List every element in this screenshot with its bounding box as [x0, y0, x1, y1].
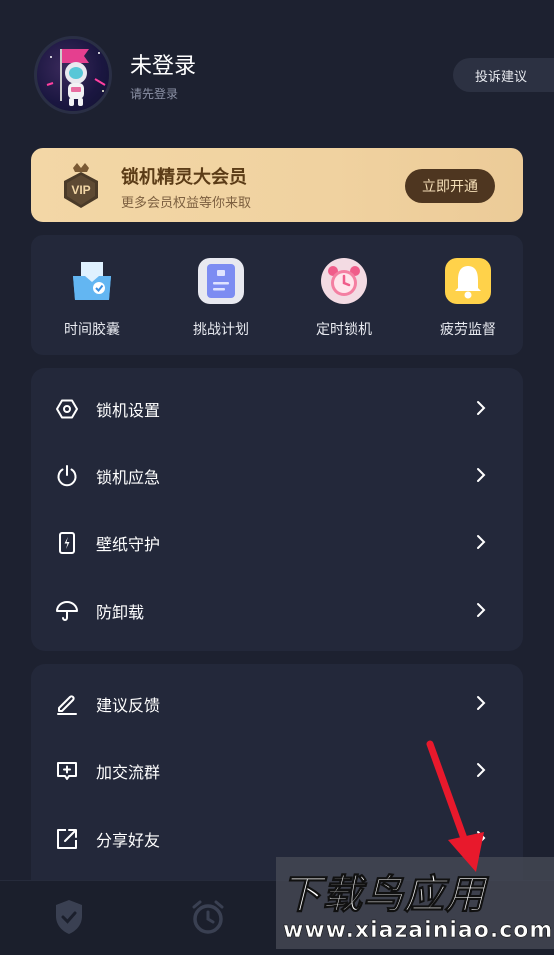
chevron-right-icon	[477, 468, 486, 482]
alarm-clock-icon	[321, 258, 367, 304]
phone-bolt-icon	[59, 532, 75, 554]
vip-subtitle: 更多会员权益等你来取	[121, 196, 252, 211]
complaint-suggestion-button[interactable]: 投诉建议	[453, 58, 554, 92]
settings-item-label: 锁机应急	[96, 468, 161, 487]
settings-item-label: 锁机设置	[96, 401, 161, 420]
chevron-right-icon	[477, 401, 486, 415]
settings-item-label: 壁纸守护	[96, 535, 161, 554]
vip-badge-text: VIP	[71, 183, 90, 197]
more-item-label: 分享好友	[96, 831, 161, 850]
tool-label: 疲劳监督	[440, 322, 496, 338]
astronaut-icon	[46, 49, 106, 106]
vip-badge-icon: VIP	[60, 160, 102, 210]
settings-item-anti-uninstall[interactable]: 防卸载	[31, 577, 523, 644]
avatar[interactable]	[34, 36, 112, 114]
tool-label: 时间胶囊	[64, 322, 120, 338]
profile-name[interactable]: 未登录	[130, 48, 196, 80]
chevron-right-icon	[477, 535, 486, 549]
chat-plus-icon	[57, 762, 77, 780]
more-item-label: 建议反馈	[96, 696, 161, 715]
chevron-right-icon	[477, 696, 486, 710]
settings-item-lock-settings[interactable]: 锁机设置	[31, 375, 523, 442]
tool-time-capsule[interactable]: 时间胶囊	[42, 258, 142, 348]
tool-label: 挑战计划	[193, 322, 249, 338]
umbrella-icon	[56, 601, 78, 621]
share-icon	[57, 829, 77, 849]
pencil-icon	[57, 695, 77, 715]
capsule-icon	[69, 258, 115, 304]
settings-item-lock-emergency[interactable]: 锁机应急	[31, 442, 523, 509]
bell-icon	[445, 258, 491, 304]
more-item-label: 加交流群	[96, 763, 161, 782]
settings-item-wallpaper-guard[interactable]: 壁纸守护	[31, 509, 523, 576]
tool-fatigue-monitor[interactable]: 疲劳监督	[418, 258, 518, 348]
settings-item-label: 防卸载	[96, 603, 145, 622]
clipboard-icon	[198, 258, 244, 304]
profile-subtitle[interactable]: 请先登录	[130, 85, 178, 102]
power-icon	[57, 465, 77, 487]
tool-timed-lock[interactable]: 定时锁机	[294, 258, 394, 348]
shield-check-icon[interactable]	[53, 898, 85, 936]
activate-vip-button[interactable]: 立即开通	[405, 169, 495, 203]
more-item-feedback[interactable]: 建议反馈	[31, 670, 523, 737]
tool-challenge-plan[interactable]: 挑战计划	[171, 258, 271, 348]
tool-label: 定时锁机	[316, 322, 372, 338]
red-arrow-annotation	[426, 740, 484, 872]
watermark-url: www.xiazainiao.com	[283, 918, 554, 944]
alarm-clock-icon[interactable]	[190, 898, 226, 936]
hexagon-gear-icon	[56, 399, 78, 419]
vip-title: 锁机精灵大会员	[121, 167, 247, 188]
chevron-right-icon	[477, 603, 486, 617]
